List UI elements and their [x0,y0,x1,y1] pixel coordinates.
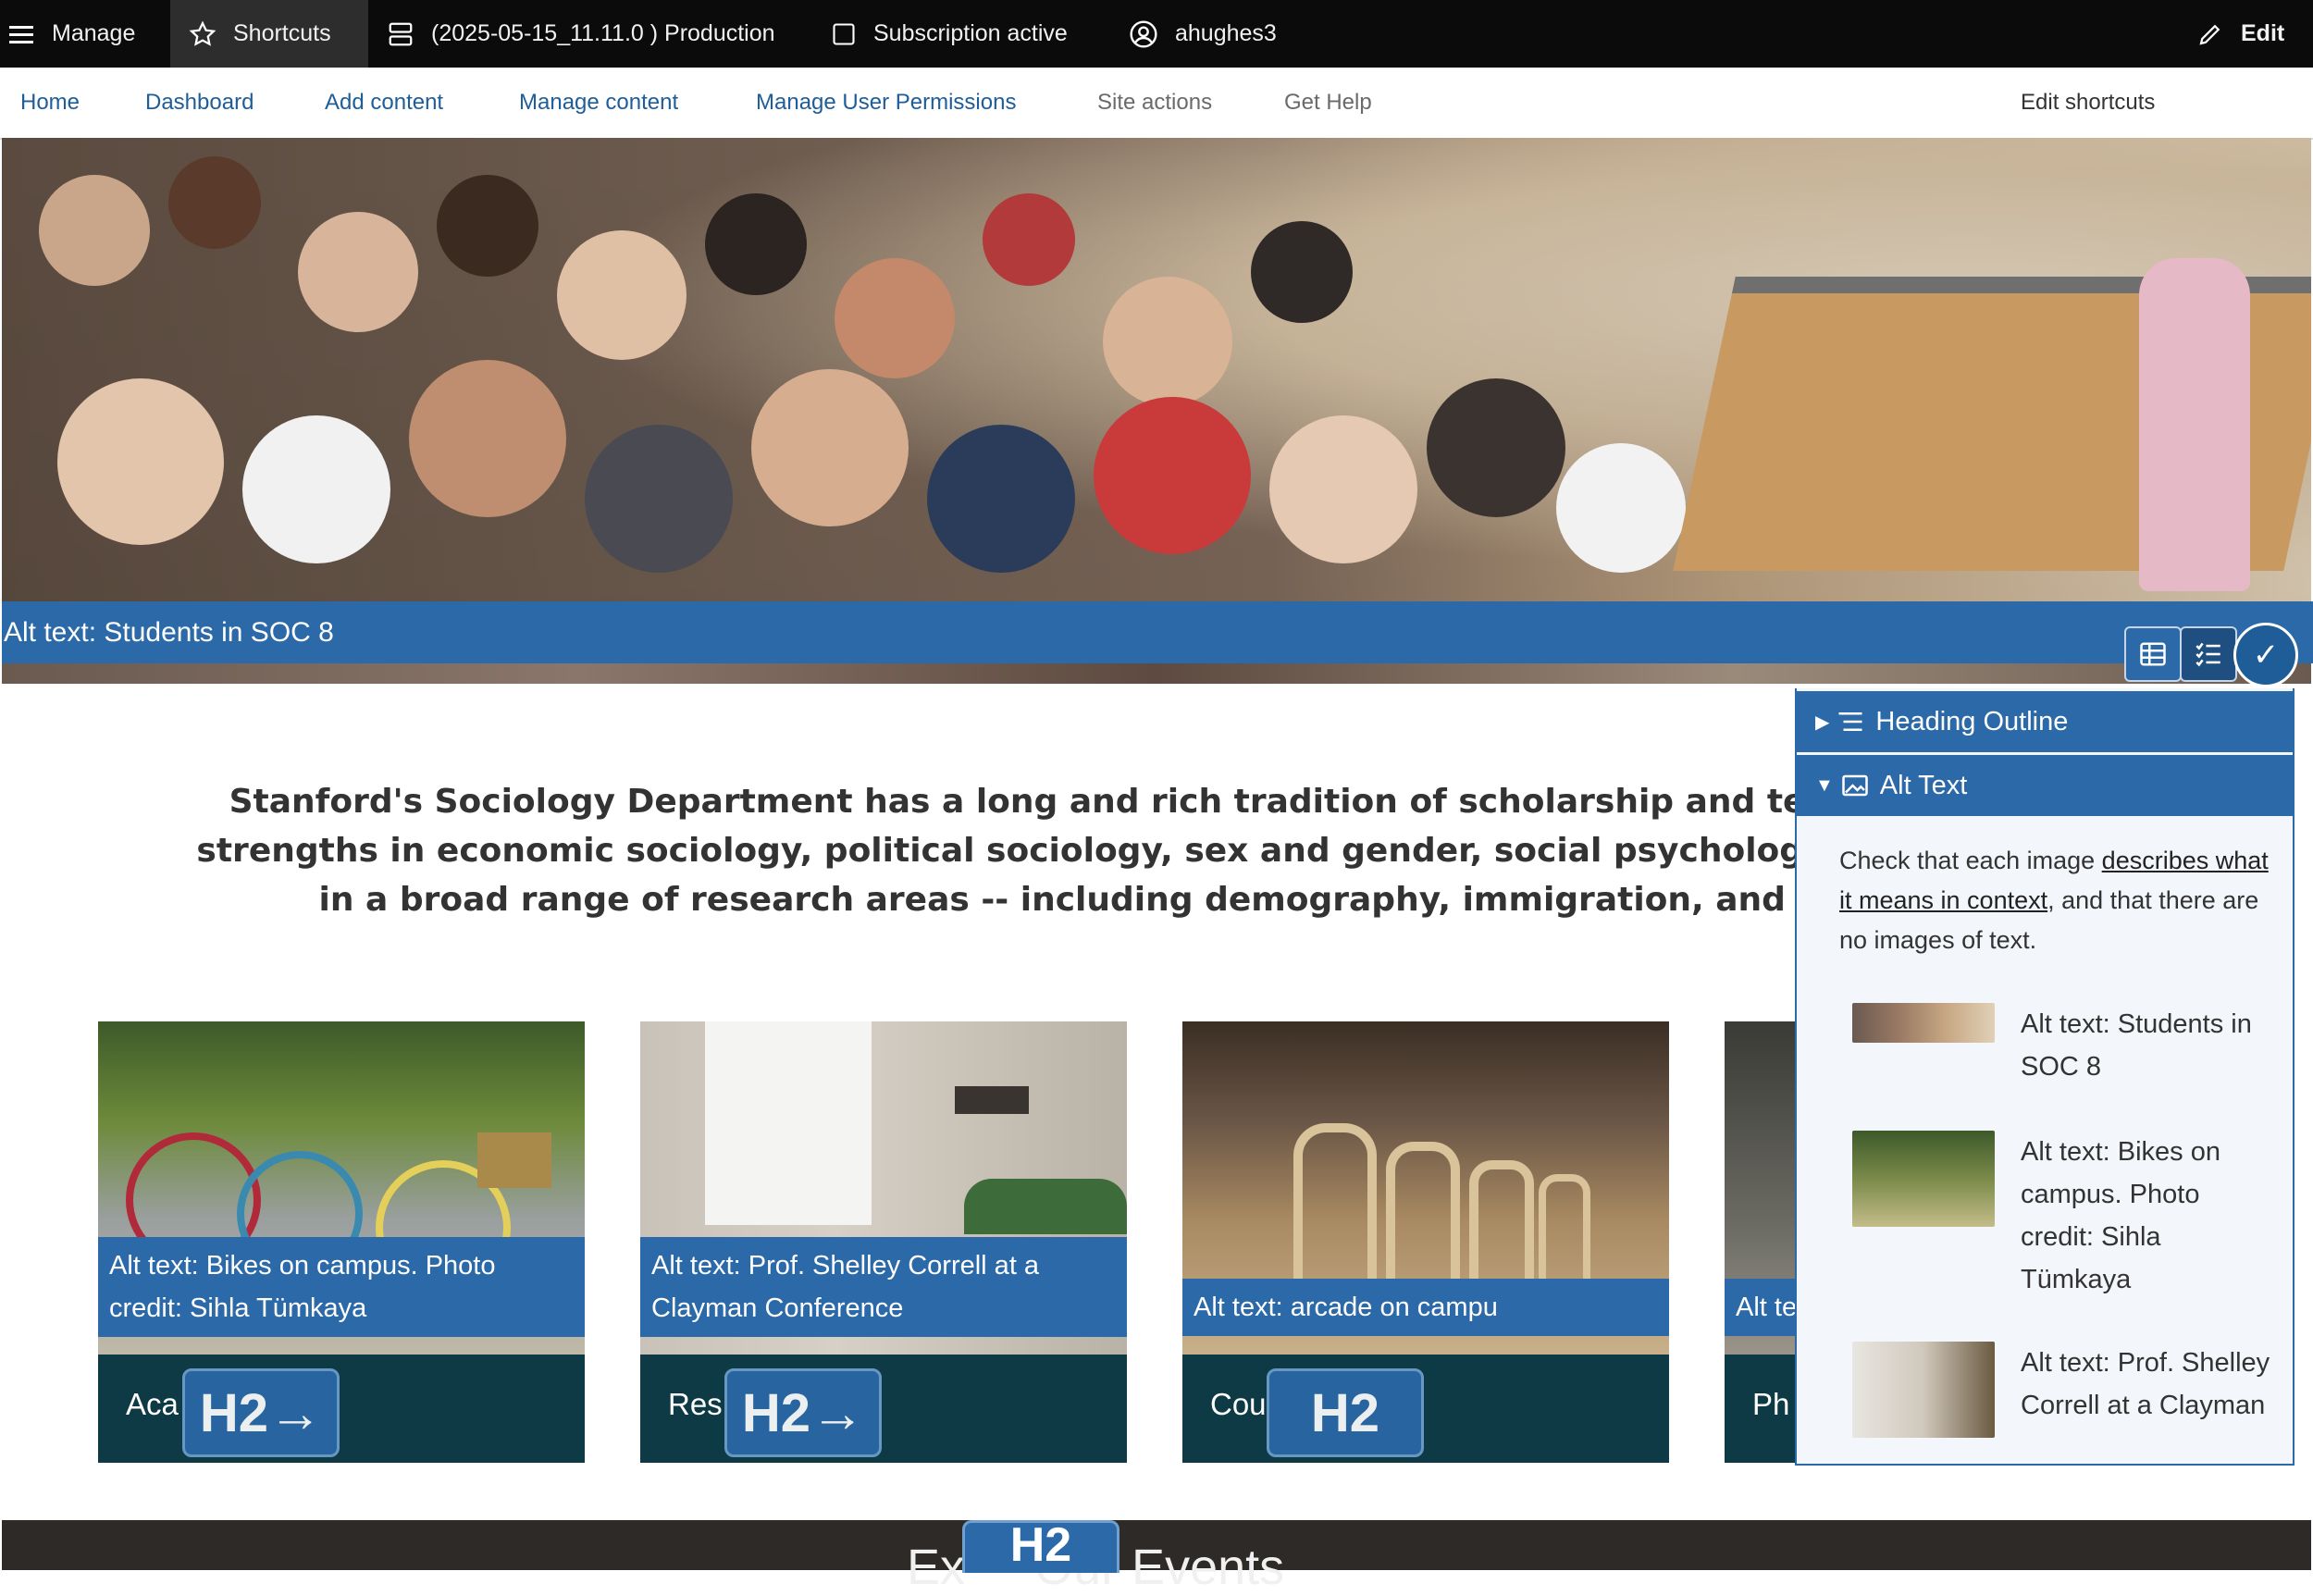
thumbnail-image [1852,1003,1995,1043]
hamburger-icon [9,25,33,43]
edit-label: Edit [2241,20,2285,46]
checklist-icon [2195,642,2220,667]
alt-text-label: Alt Text [1879,770,1968,800]
admin-toolbar: Manage Shortcuts (2025-05-15_11.11.0 ) P… [0,0,2313,68]
manage-button[interactable]: Manage [0,0,176,68]
edit-button[interactable]: Edit [2196,0,2284,68]
checkmark-icon: ✓ [2252,637,2280,673]
h2-badge: H2 [1267,1368,1424,1457]
user-menu[interactable]: ahughes3 [1129,0,1277,68]
server-icon [389,22,413,45]
shortcut-manage-content[interactable]: Manage content [519,68,678,138]
list-icon [1838,712,1862,731]
shortcut-home[interactable]: Home [20,68,80,138]
shortcut-site-actions[interactable]: Site actions [1097,68,1212,138]
feature-card[interactable]: Alt text: Bikes on campus. Photo credit:… [98,1021,585,1463]
triangle-down-icon: ▼ [1815,774,1834,796]
image-icon [1842,774,1868,797]
card-alt-text: Alt text: Bikes on campus. Photo credit:… [98,1237,585,1337]
edit-shortcuts-link[interactable]: Edit shortcuts [2021,68,2155,138]
card-label: Aca [126,1387,179,1421]
triangle-right-icon: ▶ [1815,711,1830,733]
shortcut-get-help[interactable]: Get Help [1284,68,1372,138]
shortcuts-button[interactable]: Shortcuts [170,0,368,68]
subscription-status[interactable]: Subscription active [831,0,1068,68]
environment-indicator[interactable]: (2025-05-15_11.11.0 ) Production [387,0,775,68]
card-alt-text: Alt text: arcade on campu [1182,1279,1669,1336]
checkbox-icon [833,22,855,45]
checklist-button[interactable] [2180,626,2237,682]
manage-label: Manage [52,20,136,46]
shortcuts-tray: Home Dashboard Add content Manage conten… [0,68,2313,140]
hero-alt-text: Alt text: Students in SOC 8 [4,616,334,648]
card-label: Cou [1210,1387,1267,1421]
user-label: ahughes3 [1175,20,1277,46]
shortcut-manage-user-permissions[interactable]: Manage User Permissions [756,68,1016,138]
subscription-label: Subscription active [873,20,1068,46]
accessibility-panel: ▶ Heading Outline ▼ Alt Text Check that … [1795,688,2294,1466]
h2-badge: H2→ [182,1368,340,1457]
user-icon [1130,19,1157,48]
h2-badge: H2 [962,1518,1119,1573]
star-icon [189,20,216,46]
alt-item-text: Alt text: Bikes on campus. Photo credit:… [2021,1137,2220,1294]
environment-label: (2025-05-15_11.11.0 ) Production [431,20,775,46]
card-label: Ph [1752,1387,1790,1421]
hero-image-strip [2,663,2311,684]
pencil-icon [2199,24,2220,45]
shortcut-dashboard[interactable]: Dashboard [145,68,254,138]
table-icon [2140,642,2166,666]
alt-item-text: Alt text: Prof. Shelley Correll at a Cla… [2021,1348,2270,1420]
alt-text-description: Check that each image describes what it … [1839,841,2274,960]
card-alt-text: Alt te [1725,1279,1795,1336]
accessibility-check-button[interactable]: ✓ [2233,623,2298,687]
feature-card[interactable]: Alt te Ph [1725,1021,1795,1463]
alt-text-toggle[interactable]: ▼ Alt Text [1797,755,2293,816]
shortcut-add-content[interactable]: Add content [325,68,443,138]
card-alt-text: Alt text: Prof. Shelley Correll at a Cla… [640,1237,1127,1337]
card-label: Res [668,1387,723,1421]
hero-alt-text-overlay: Alt text: Students in SOC 8 [2,601,2313,663]
thumbnail-image [1852,1131,1995,1227]
feature-card[interactable]: Alt text: arcade on campu Cou H2 [1182,1021,1669,1463]
heading-outline-label: Heading Outline [1875,706,2069,736]
heading-outline-toggle[interactable]: ▶ Heading Outline [1797,691,2293,752]
shortcuts-label: Shortcuts [233,20,331,46]
alt-item-text: Alt text: Students in SOC 8 [2021,1009,2252,1082]
h2-badge: H2→ [724,1368,882,1457]
desc-text-pre: Check that each image [1839,847,2102,874]
table-view-button[interactable] [2124,626,2182,682]
feature-card[interactable]: Alt text: Prof. Shelley Correll at a Cla… [640,1021,1127,1463]
thumbnail-image [1852,1342,1995,1438]
